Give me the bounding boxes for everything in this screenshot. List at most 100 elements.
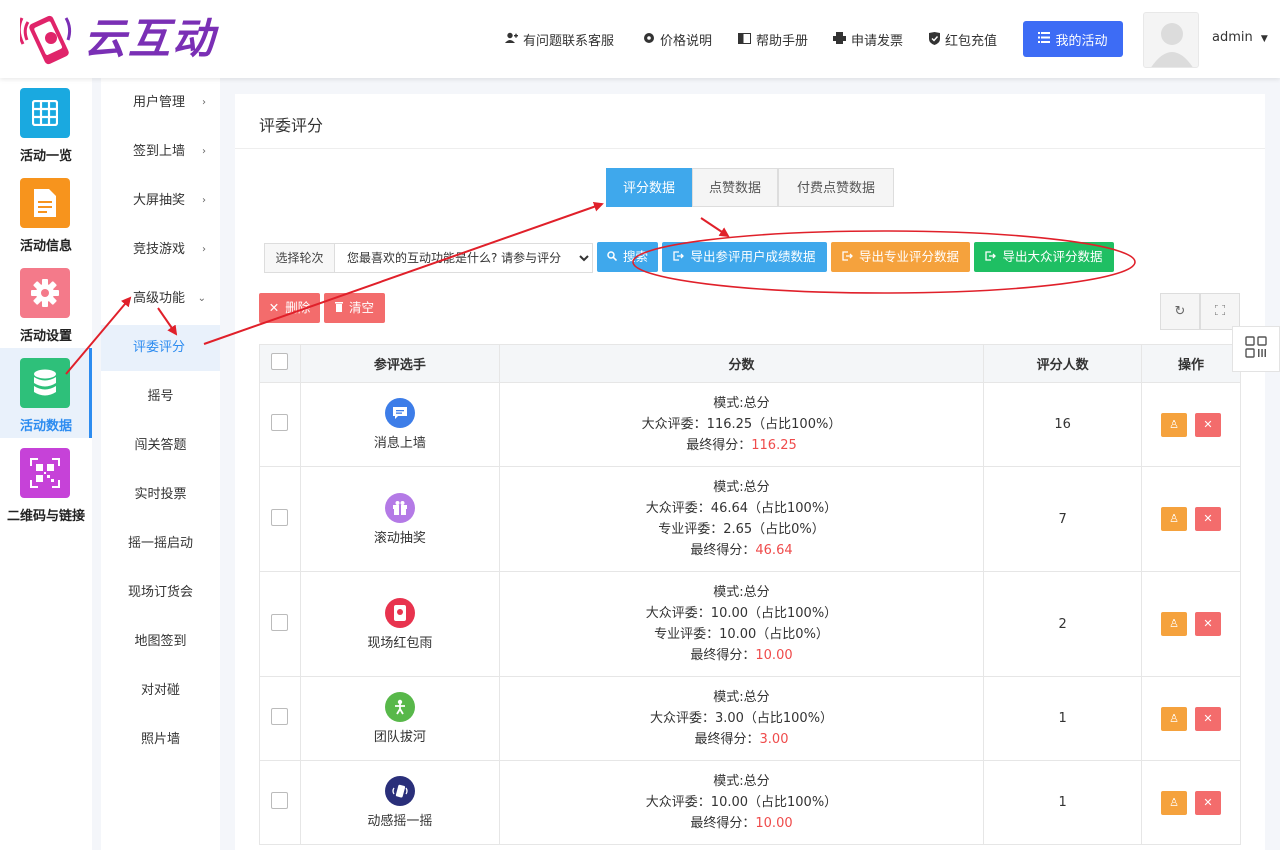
clear-button[interactable]: 清空: [324, 293, 385, 323]
gear-icon: [643, 32, 655, 47]
delete-row-button[interactable]: ✕: [1195, 706, 1222, 731]
subnav-lottery-number[interactable]: 摇号: [101, 374, 220, 420]
my-activity-button[interactable]: 我的活动: [1023, 21, 1123, 57]
table-header-row: 参评选手 分数 评分人数 操作: [259, 344, 1241, 383]
book-icon: [738, 32, 751, 47]
nav-activity-overview[interactable]: 活动一览: [0, 78, 92, 168]
view-user-button[interactable]: ♙: [1161, 790, 1188, 815]
subnav-checkin-wall[interactable]: 签到上墙 ›: [101, 129, 220, 175]
column-header: 参评选手: [299, 344, 500, 383]
subnav-live-vote[interactable]: 实时投票: [101, 472, 220, 518]
final-score-label: 最终得分：: [690, 816, 756, 831]
nav-activity-settings[interactable]: 活动设置: [0, 258, 92, 348]
view-user-button[interactable]: ♙: [1161, 412, 1188, 437]
refresh-button[interactable]: ↻: [1160, 293, 1200, 330]
contestant-cell: 滚动抽奖: [299, 466, 500, 572]
professional-judge-score: 专业评委：10.00（占比0%）: [654, 627, 829, 642]
rater-count: 1: [983, 760, 1143, 845]
qrcode-icon: [1245, 336, 1267, 362]
table-row: 消息上墙 模式:总分 大众评委：116.25（占比100%） 最终得分：116.…: [259, 382, 1241, 467]
delete-button-label: 删除: [285, 300, 311, 315]
delete-button[interactable]: ✕ 删除: [259, 293, 320, 323]
tab-like-data[interactable]: 点赞数据: [692, 168, 778, 207]
delete-row-button[interactable]: ✕: [1195, 790, 1222, 815]
support-link[interactable]: 有问题联系客服: [505, 30, 614, 49]
view-user-button[interactable]: ♙: [1161, 612, 1188, 636]
subnav-big-screen-lottery[interactable]: 大屏抽奖 ›: [101, 178, 220, 224]
final-score: 最终得分：10.00: [500, 645, 983, 666]
invoice-link-label: 申请发票: [851, 34, 904, 49]
user-plus-icon: [505, 32, 518, 47]
user-menu[interactable]: admin ▼: [1212, 30, 1268, 45]
subnav-user-management[interactable]: 用户管理 ›: [101, 80, 220, 126]
subnav-quiz[interactable]: 闯关答题: [101, 423, 220, 469]
subnav-competitive-games[interactable]: 竞技游戏 ›: [101, 227, 220, 273]
subnav-advanced-features[interactable]: 高级功能 ⌄: [101, 276, 220, 322]
nav-qrcode-links[interactable]: 二维码与链接: [0, 438, 92, 528]
export-participants-button[interactable]: 导出参评用户成绩数据: [662, 242, 827, 272]
list-icon: [1038, 31, 1051, 47]
export-public-button[interactable]: 导出大众评分数据: [974, 242, 1114, 272]
page-title: 评委评分: [259, 116, 324, 135]
chevron-right-icon: ›: [202, 146, 206, 157]
view-user-button[interactable]: ♙: [1161, 507, 1188, 531]
table-row: 滚动抽奖 模式:总分 大众评委：46.64（占比100%） 专业评委：2.65（…: [259, 466, 1241, 572]
subnav-shake-start[interactable]: 摇一摇启动: [101, 521, 220, 567]
nav-label: 二维码与链接: [6, 509, 85, 524]
delete-row-button[interactable]: ✕: [1195, 612, 1222, 636]
pricing-link[interactable]: 价格说明: [643, 30, 712, 49]
checkbox-cell: [259, 382, 301, 467]
round-filter: 选择轮次 您最喜欢的互动功能是什么? 请参与评分: [264, 243, 593, 273]
subnav-label: 照片墙: [140, 732, 180, 747]
row-checkbox[interactable]: [271, 792, 289, 809]
qrcode-float-button[interactable]: [1232, 326, 1280, 372]
final-score: 最终得分：10.00: [500, 813, 983, 834]
select-all-checkbox[interactable]: [271, 353, 289, 370]
tab-score-data[interactable]: 评分数据: [606, 168, 692, 207]
close-icon: ✕: [268, 300, 280, 315]
view-user-button[interactable]: ♙: [1161, 706, 1188, 731]
manual-link-label: 帮助手册: [756, 34, 809, 49]
delete-row-button[interactable]: ✕: [1195, 507, 1222, 531]
export-professional-button[interactable]: 导出专业评分数据: [831, 242, 970, 272]
trash-icon: [334, 293, 343, 323]
round-select[interactable]: 您最喜欢的互动功能是什么? 请参与评分: [335, 244, 592, 272]
chevron-down-icon: ⌄: [197, 293, 206, 304]
subnav-map-checkin[interactable]: 地图签到: [101, 619, 220, 665]
export-participants-label: 导出参评用户成绩数据: [690, 249, 816, 264]
divider: [235, 148, 1265, 149]
search-button-label: 搜索: [622, 249, 648, 264]
subnav-order-meeting[interactable]: 现场订货会: [101, 570, 220, 616]
subnav-label: 评委评分: [133, 340, 186, 355]
final-score: 最终得分：3.00: [500, 729, 983, 750]
nav-activity-info[interactable]: 活动信息: [0, 168, 92, 258]
tab-paid-like-data[interactable]: 付费点赞数据: [778, 168, 894, 207]
tug-of-war-icon: [384, 692, 415, 722]
document-icon: [20, 178, 70, 228]
recharge-link[interactable]: 红包充值: [929, 30, 997, 49]
caret-down-icon: ▼: [1260, 34, 1268, 44]
invoice-link[interactable]: 申请发票: [833, 30, 903, 49]
row-checkbox[interactable]: [271, 708, 289, 725]
row-checkbox[interactable]: [271, 414, 289, 431]
subnav-label: 实时投票: [134, 487, 187, 502]
fullscreen-button[interactable]: [1200, 293, 1240, 330]
subnav-match-pair[interactable]: 对对碰: [101, 668, 220, 714]
subnav-photo-wall[interactable]: 照片墙: [101, 717, 220, 763]
row-checkbox[interactable]: [271, 508, 289, 526]
subnav-judge-scoring[interactable]: 评委评分: [101, 325, 220, 371]
manual-link[interactable]: 帮助手册: [738, 30, 808, 49]
contestant-cell: 现场红包雨: [299, 571, 500, 677]
search-button[interactable]: 搜索: [597, 242, 658, 272]
avatar[interactable]: [1143, 12, 1199, 68]
row-checkbox[interactable]: [271, 613, 289, 631]
recharge-link-label: 红包充值: [945, 34, 998, 49]
contestant-cell: 团队拔河: [299, 676, 500, 761]
support-link-label: 有问题联系客服: [523, 34, 615, 49]
delete-row-button[interactable]: ✕: [1195, 412, 1222, 437]
score-cell: 模式:总分 大众评委：116.25（占比100%） 最终得分：116.25: [498, 382, 985, 467]
public-judge-score: 大众评委：3.00（占比100%）: [649, 711, 834, 726]
search-icon: [607, 242, 618, 272]
score-cell: 模式:总分 大众评委：46.64（占比100%） 专业评委：2.65（占比0%）…: [498, 466, 985, 572]
nav-activity-data[interactable]: 活动数据: [0, 348, 92, 438]
